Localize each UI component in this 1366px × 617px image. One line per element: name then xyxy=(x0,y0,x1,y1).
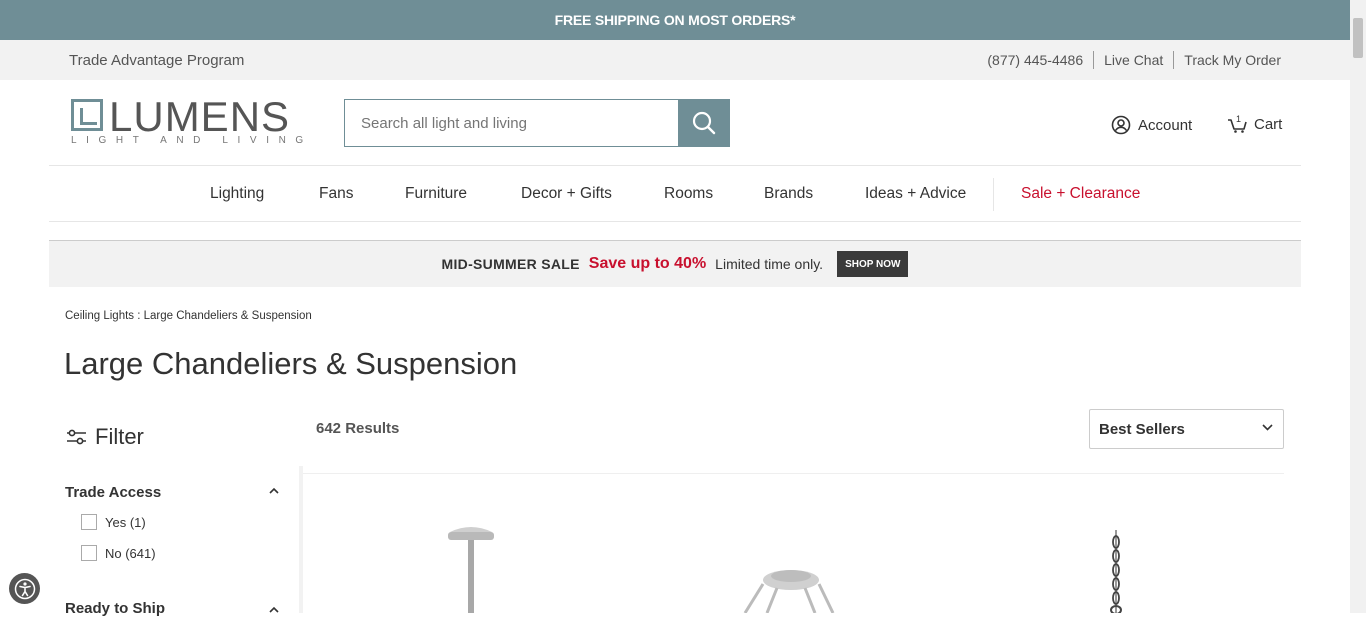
trade-program-link[interactable]: Trade Advantage Program xyxy=(69,52,244,69)
nav-divider xyxy=(993,178,994,211)
facet-title[interactable]: Ready to Ship xyxy=(65,600,279,617)
chevron-up-icon[interactable] xyxy=(269,487,279,494)
sort-select[interactable]: Best Sellers xyxy=(1089,409,1284,449)
page-scrollbar[interactable] xyxy=(1350,0,1366,613)
product-image-ring-chandelier[interactable] xyxy=(733,520,853,613)
account-link[interactable]: Account xyxy=(1111,115,1192,135)
facet-option-no[interactable]: No (641) xyxy=(81,545,156,561)
nav-item-fans[interactable]: Fans xyxy=(319,185,353,203)
filter-heading[interactable]: Filter xyxy=(66,424,144,450)
shop-now-button[interactable]: SHOP NOW xyxy=(837,251,909,277)
utility-links: (877) 445-4486 Live Chat Track My Order xyxy=(977,51,1281,69)
nav-item-furniture[interactable]: Furniture xyxy=(405,185,467,203)
cart-label: Cart xyxy=(1254,115,1283,133)
chevron-up-icon[interactable] xyxy=(269,606,279,613)
main-navigation: Lighting Fans Furniture Decor + Gifts Ro… xyxy=(49,165,1301,222)
results-count: 642 Results xyxy=(316,420,400,437)
sliders-icon xyxy=(67,429,86,445)
nav-item-rooms[interactable]: Rooms xyxy=(664,185,713,203)
logo-mark-icon xyxy=(71,99,103,131)
chevron-down-icon xyxy=(1262,424,1273,431)
cart-count: 1 xyxy=(1236,114,1241,124)
promo-discount: Save up to 40% xyxy=(588,255,707,272)
user-icon xyxy=(1111,115,1131,135)
facet-ready-to-ship: Ready to Ship xyxy=(65,600,279,617)
facet-option-yes[interactable]: Yes (1) xyxy=(81,514,146,530)
nav-item-lighting[interactable]: Lighting xyxy=(210,185,264,203)
nav-item-ideas-advice[interactable]: Ideas + Advice xyxy=(865,185,966,203)
facet-title[interactable]: Trade Access xyxy=(65,484,279,501)
phone-link[interactable]: (877) 445-4486 xyxy=(977,51,1093,69)
promo-title: MID-SUMMER SALE xyxy=(441,256,580,272)
filter-label: Filter xyxy=(95,424,144,449)
logo-tagline: LIGHT AND LIVING xyxy=(71,135,313,146)
shipping-banner[interactable]: FREE SHIPPING ON MOST ORDERS* xyxy=(0,0,1350,40)
option-label: Yes (1) xyxy=(105,514,146,530)
search-bar xyxy=(344,99,730,147)
search-icon xyxy=(692,111,716,135)
option-label: No (641) xyxy=(105,545,156,561)
lumens-logo[interactable]: LUMENS LIGHT AND LIVING xyxy=(71,93,303,149)
logo-name: LUMENS xyxy=(109,93,291,140)
live-chat-link[interactable]: Live Chat xyxy=(1093,51,1173,69)
facet-trade-access: Trade Access Yes (1) No (641) xyxy=(65,484,279,561)
nav-item-brands[interactable]: Brands xyxy=(764,185,813,203)
search-button[interactable] xyxy=(678,99,730,147)
sort-selected: Best Sellers xyxy=(1099,420,1185,438)
promo-limited-text: Limited time only. xyxy=(715,256,824,272)
product-grid-divider xyxy=(303,473,1284,474)
nav-item-sale-clearance[interactable]: Sale + Clearance xyxy=(1021,185,1140,203)
scrollbar-thumb[interactable] xyxy=(1353,18,1363,58)
account-label: Account xyxy=(1138,116,1193,134)
breadcrumb[interactable]: Ceiling Lights : Large Chandeliers & Sus… xyxy=(65,310,312,322)
product-image-pendant[interactable] xyxy=(412,520,532,613)
sidebar-divider xyxy=(299,466,303,613)
product-image-chain-chandelier[interactable] xyxy=(1057,520,1177,613)
search-input[interactable] xyxy=(344,99,678,147)
cart-link[interactable]: 1 Cart xyxy=(1227,114,1282,134)
nav-item-decor-gifts[interactable]: Decor + Gifts xyxy=(521,185,612,203)
promo-banner: MID-SUMMER SALE Save up to 40% Limited t… xyxy=(49,240,1301,287)
checkbox[interactable] xyxy=(81,545,97,561)
checkbox[interactable] xyxy=(81,514,97,530)
accessibility-icon xyxy=(14,578,35,599)
utility-bar: Trade Advantage Program (877) 445-4486 L… xyxy=(0,40,1350,80)
page-title: Large Chandeliers & Suspension xyxy=(64,346,518,381)
cart-icon: 1 xyxy=(1228,114,1247,133)
accessibility-button[interactable] xyxy=(9,573,40,604)
track-order-link[interactable]: Track My Order xyxy=(1173,51,1281,69)
